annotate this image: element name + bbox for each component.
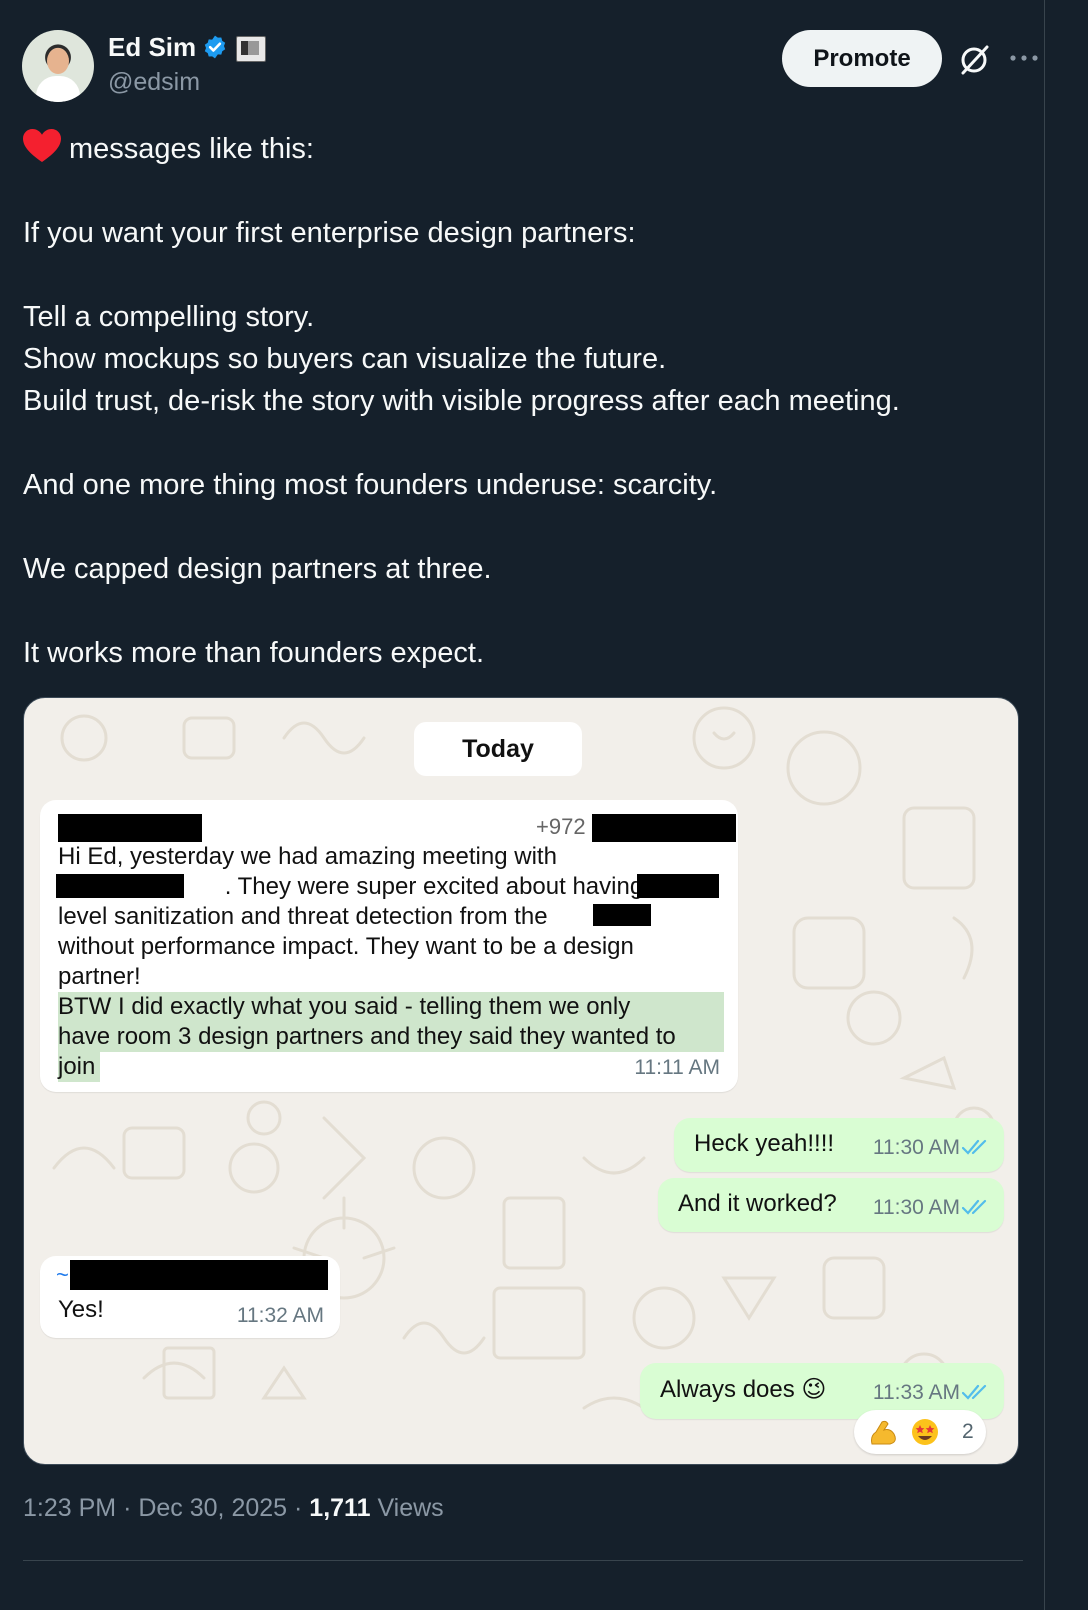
message-time: 11:33 AM (872, 1381, 960, 1404)
message-time: 11:30 AM (872, 1136, 960, 1159)
divider (23, 1560, 1023, 1561)
tweet-line (23, 254, 1023, 296)
tweet-line: We capped design partners at three. (23, 553, 492, 585)
message-text: Yes! (58, 1296, 104, 1323)
tweet-line: And one more thing most founders underus… (23, 469, 718, 501)
author-handle[interactable]: @edsim (108, 68, 200, 97)
redacted-sender-name (70, 1260, 328, 1290)
tweet-line (23, 422, 1023, 464)
meta-separator: · (294, 1494, 303, 1522)
post-time[interactable]: 1:23 PM (23, 1494, 116, 1522)
message-time: 11:32 AM (236, 1304, 324, 1327)
tweet-line (23, 506, 1023, 548)
tweet-line: Build trust, de-risk the story with visi… (23, 385, 900, 417)
read-receipt-icon (962, 1384, 987, 1400)
outgoing-message-bubble[interactable]: And it worked? 11:30 AM (658, 1178, 1004, 1232)
post-date[interactable]: Dec 30, 2025 (138, 1494, 287, 1522)
tweet-header: Ed Sim @edsim Promote (22, 30, 1062, 105)
message-line: Hi Ed, yesterday we had amazing meeting … (58, 843, 557, 870)
redacted-company-name (56, 874, 184, 898)
highlighted-message-line: BTW I did exactly what you said - tellin… (58, 992, 724, 1022)
affiliate-badge-icon (236, 36, 266, 62)
highlighted-message-line: have room 3 design partners and they sai… (58, 1022, 724, 1052)
meta-separator: · (123, 1494, 132, 1522)
sender-prefix: ~ (56, 1262, 69, 1287)
incoming-message-bubble[interactable]: ~ Yes! 11:32 AM (40, 1256, 340, 1338)
tweet-line (23, 170, 1023, 212)
avatar[interactable] (22, 30, 94, 102)
redacted-text (593, 904, 651, 926)
highlighted-message-line: join (58, 1052, 100, 1082)
read-receipt-icon (962, 1139, 987, 1155)
verified-badge-icon (204, 35, 226, 59)
redacted-text (637, 874, 719, 898)
tweet-line: Tell a compelling story. (23, 301, 315, 333)
message-text: And it worked? (678, 1190, 837, 1217)
redacted-sender-name (58, 814, 202, 842)
message-line: without performance impact. They want to… (58, 933, 634, 960)
outgoing-message-bubble[interactable]: Heck yeah!!!! 11:30 AM (674, 1118, 1004, 1172)
date-chip: Today (414, 722, 582, 776)
message-text: Always does 😉 (660, 1376, 827, 1403)
message-time: 11:30 AM (872, 1196, 960, 1219)
tweet-line: messages like this: (69, 133, 314, 165)
tweet-line: It works more than founders expect. (23, 637, 484, 669)
grok-icon[interactable] (956, 42, 992, 78)
tweet-body: messages like this: If you want your fir… (23, 128, 1023, 674)
read-receipt-icon (962, 1199, 987, 1215)
redacted-phone-number (592, 814, 736, 842)
message-line: partner! (58, 963, 141, 990)
flexed-biceps-icon (871, 1420, 896, 1445)
star-struck-icon (912, 1419, 938, 1445)
views-label: Views (377, 1494, 444, 1522)
sender-phone-prefix: +972 (536, 814, 586, 839)
promote-button[interactable]: Promote (782, 30, 942, 87)
reaction-count: 2 (962, 1420, 974, 1443)
attached-image[interactable]: Today +972 Hi Ed, yesterday we had amazi… (23, 697, 1019, 1465)
heart-icon (23, 129, 61, 162)
incoming-message-bubble[interactable]: +972 Hi Ed, yesterday we had amazing mee… (40, 800, 738, 1092)
scroll-edge-divider (1044, 0, 1045, 1610)
tweet-metadata: 1:23 PM · Dec 30, 2025 · 1,711 Views (23, 1494, 444, 1523)
tweet-line: If you want your first enterprise design… (23, 217, 636, 249)
tweet-line: Show mockups so buyers can visualize the… (23, 343, 667, 375)
message-time: 11:11 AM (634, 1056, 720, 1079)
message-reactions[interactable]: 2 (854, 1410, 986, 1454)
message-text: Heck yeah!!!! (694, 1130, 835, 1157)
more-options-icon[interactable] (1007, 48, 1041, 68)
author-name[interactable]: Ed Sim (108, 32, 196, 63)
views-count: 1,711 (309, 1494, 371, 1522)
tweet-line (23, 590, 1023, 632)
